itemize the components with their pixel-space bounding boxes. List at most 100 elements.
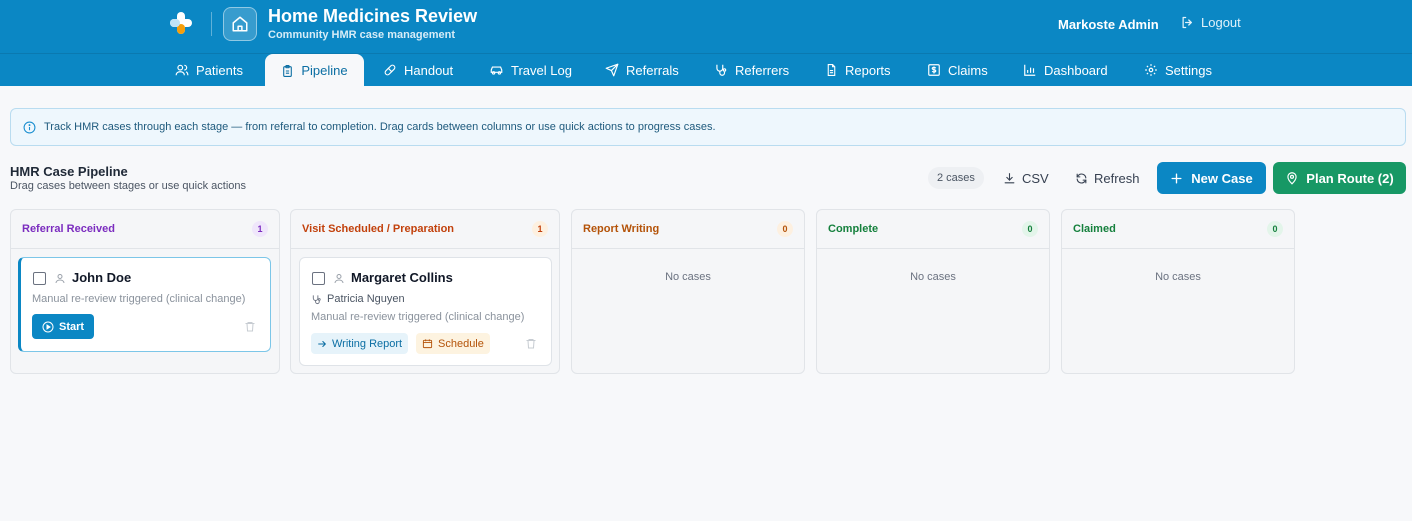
column-title: Visit Scheduled / Preparation — [302, 223, 455, 235]
app-title: Home Medicines Review — [268, 6, 478, 26]
schedule-button[interactable]: Schedule — [416, 333, 490, 354]
patient-name: John Doe — [72, 270, 132, 285]
user-icon — [334, 274, 344, 284]
tab-label: Dashboard — [1044, 62, 1108, 78]
home-icon — [232, 16, 248, 32]
column-count: 1 — [532, 221, 548, 237]
column-count: 1 — [252, 221, 268, 237]
case-count-badge: 2 cases — [928, 167, 984, 189]
users-icon — [175, 64, 189, 76]
referrer-name: Patricia Nguyen — [327, 293, 405, 305]
column-header: Complete 0 — [817, 210, 1049, 249]
header-divider — [211, 12, 212, 36]
column-title: Referral Received — [22, 223, 115, 235]
csv-label: CSV — [1022, 170, 1049, 186]
dollar-icon — [928, 64, 940, 76]
column-header: Visit Scheduled / Preparation 1 — [291, 210, 559, 249]
referrer: Patricia Nguyen — [311, 293, 405, 305]
play-circle-icon — [42, 321, 54, 332]
stethoscope-icon — [312, 294, 321, 304]
map-pin-icon — [1287, 172, 1297, 185]
tab-claims[interactable]: Claims — [917, 54, 998, 86]
schedule-label: Schedule — [438, 337, 484, 350]
tab-label: Referrals — [626, 62, 679, 78]
column-claimed[interactable]: Claimed 0 No cases — [1061, 209, 1295, 374]
home-button[interactable] — [223, 7, 257, 41]
column-report-writing[interactable]: Report Writing 0 No cases — [571, 209, 805, 374]
user-icon — [55, 274, 65, 284]
column-complete[interactable]: Complete 0 No cases — [816, 209, 1050, 374]
tab-patients[interactable]: Patients — [165, 54, 253, 86]
tab-label: Settings — [1165, 62, 1212, 78]
column-count: 0 — [777, 221, 793, 237]
case-card-margaret-collins[interactable]: Margaret Collins Patricia Nguyen Manual … — [299, 257, 552, 366]
column-count: 0 — [1267, 221, 1283, 237]
column-count: 0 — [1022, 221, 1038, 237]
tab-label: Reports — [845, 62, 891, 78]
tab-label: Pipeline — [301, 63, 348, 78]
info-icon — [23, 121, 36, 133]
app-header: Home Medicines Review Community HMR case… — [0, 0, 1412, 53]
tab-dashboard[interactable]: Dashboard — [1013, 54, 1118, 86]
tab-referrals[interactable]: Referrals — [595, 54, 689, 86]
pill-icon — [384, 64, 396, 76]
info-banner: Track HMR cases through each stage — fro… — [10, 108, 1406, 146]
writing-report-button[interactable]: Writing Report — [311, 333, 409, 354]
empty-state: No cases — [665, 271, 711, 283]
column-title: Claimed — [1073, 223, 1116, 235]
new-case-button[interactable]: New Case — [1157, 162, 1266, 194]
arrow-right-icon — [318, 340, 327, 347]
document-icon — [827, 64, 836, 76]
tab-label: Handout — [404, 62, 454, 78]
trash-icon[interactable] — [244, 320, 256, 333]
new-case-label: New Case — [1191, 170, 1253, 186]
case-checkbox[interactable] — [33, 272, 46, 285]
start-button[interactable]: Start — [32, 314, 95, 339]
bar-chart-icon — [1024, 64, 1036, 76]
patient-name: Margaret Collins — [351, 270, 453, 285]
tab-reports[interactable]: Reports — [815, 54, 901, 86]
main-nav: Patients Pipeline Handout Travel Log Ref… — [0, 53, 1412, 87]
case-note: Manual re-review triggered (clinical cha… — [32, 293, 246, 305]
page-subtitle: Drag cases between stages or use quick a… — [10, 180, 247, 192]
clipboard-icon — [283, 64, 293, 77]
tab-referrers[interactable]: Referrers — [704, 54, 799, 86]
tab-label: Patients — [196, 62, 243, 78]
plan-route-button[interactable]: Plan Route (2) — [1273, 162, 1406, 194]
empty-state: No cases — [910, 271, 956, 283]
download-icon — [1004, 172, 1015, 183]
csv-button[interactable]: CSV — [1003, 166, 1049, 190]
start-label: Start — [59, 320, 85, 333]
refresh-button[interactable]: Refresh — [1075, 166, 1140, 190]
case-note: Manual re-review triggered (clinical cha… — [311, 311, 525, 323]
info-text: Track HMR cases through each stage — fro… — [44, 121, 716, 133]
logout-label: Logout — [1201, 15, 1241, 30]
trash-icon[interactable] — [525, 337, 537, 350]
tab-handout[interactable]: Handout — [373, 54, 463, 86]
tab-settings[interactable]: Settings — [1134, 54, 1222, 86]
column-header: Report Writing 0 — [572, 210, 804, 249]
tab-label: Referrers — [735, 62, 790, 78]
tab-pipeline[interactable]: Pipeline — [265, 54, 364, 87]
send-icon — [605, 63, 619, 77]
refresh-label: Refresh — [1094, 170, 1140, 186]
tab-label: Travel Log — [511, 62, 572, 78]
empty-state: No cases — [1155, 271, 1201, 283]
logout-icon — [1182, 16, 1192, 29]
stethoscope-icon — [716, 64, 727, 76]
logout-button[interactable]: Logout — [1180, 15, 1241, 30]
refresh-icon — [1076, 173, 1087, 183]
case-checkbox[interactable] — [312, 272, 325, 285]
car-icon — [490, 66, 503, 75]
page-title: HMR Case Pipeline — [10, 164, 128, 179]
plus-icon — [1171, 172, 1182, 184]
app-logo-icon — [170, 12, 192, 34]
writing-report-label: Writing Report — [332, 337, 403, 350]
tab-travel-log[interactable]: Travel Log — [479, 54, 582, 86]
case-card-john-doe[interactable]: John Doe Manual re-review triggered (cli… — [18, 257, 271, 352]
column-title: Report Writing — [583, 223, 660, 235]
tab-label: Claims — [948, 62, 988, 78]
column-header: Claimed 0 — [1062, 210, 1294, 249]
gear-icon — [1145, 64, 1157, 76]
calendar-icon — [422, 339, 433, 349]
